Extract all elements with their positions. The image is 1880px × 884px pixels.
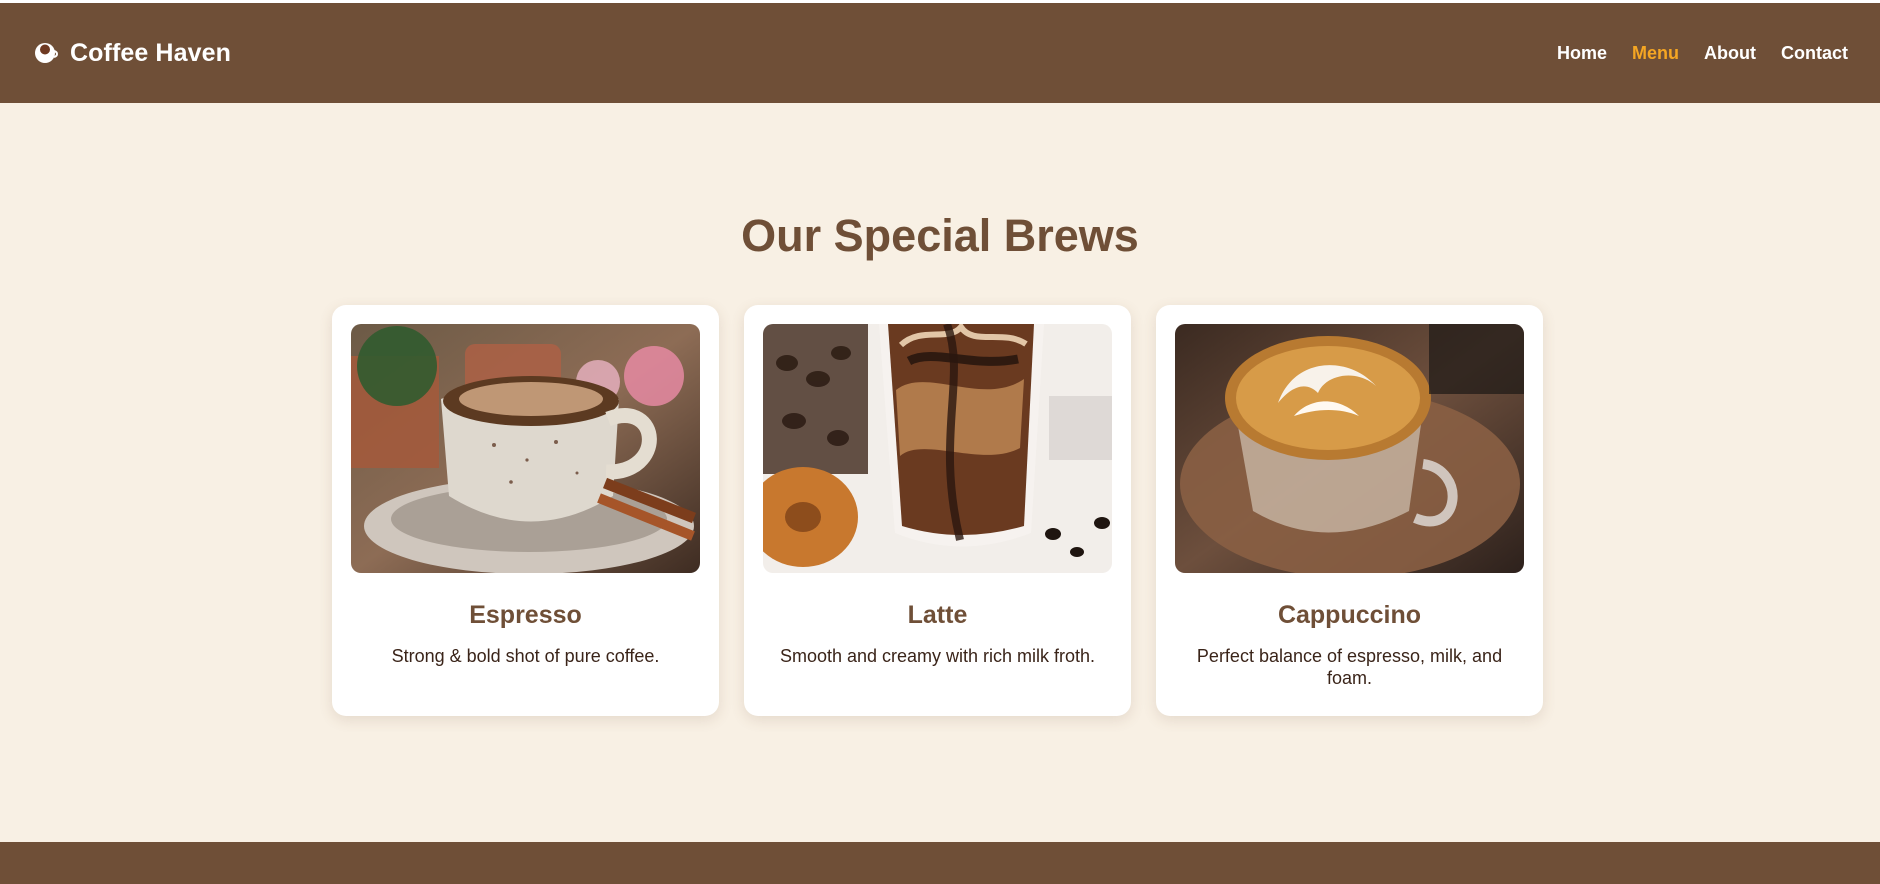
latte-image — [763, 324, 1112, 573]
site-footer — [0, 842, 1880, 884]
nav-link-menu[interactable]: Menu — [1632, 43, 1679, 64]
nav-link-about[interactable]: About — [1704, 43, 1756, 64]
coffee-cup-icon — [34, 41, 58, 65]
main-navigation: Home Menu About Contact — [1557, 43, 1848, 64]
nav-link-contact[interactable]: Contact — [1781, 43, 1848, 64]
site-header: Coffee Haven Home Menu About Contact — [0, 3, 1880, 103]
menu-card-description: Smooth and creamy with rich milk froth. — [779, 646, 1096, 666]
nav-link-home[interactable]: Home — [1557, 43, 1607, 64]
menu-card-title: Cappuccino — [1277, 601, 1422, 629]
menu-card-description: Strong & bold shot of pure coffee. — [391, 646, 660, 666]
menu-card-espresso[interactable]: Espresso Strong & bold shot of pure coff… — [332, 305, 719, 716]
menu-card-description: Perfect balance of espresso, milk, and f… — [1196, 646, 1503, 688]
menu-card-title: Latte — [907, 601, 968, 629]
menu-card-list: Espresso Strong & bold shot of pure coff… — [332, 305, 1543, 716]
brand[interactable]: Coffee Haven — [34, 39, 231, 68]
menu-card-latte[interactable]: Latte Smooth and creamy with rich milk f… — [744, 305, 1131, 716]
espresso-image — [351, 324, 700, 573]
menu-card-title: Espresso — [469, 601, 582, 629]
main-content: Our Special Brews Espresso Strong & bold… — [0, 103, 1880, 842]
brand-name: Coffee Haven — [70, 38, 231, 67]
section-title: Our Special Brews — [741, 210, 1139, 261]
menu-card-cappuccino[interactable]: Cappuccino Perfect balance of espresso, … — [1156, 305, 1543, 716]
cappuccino-image — [1175, 324, 1524, 573]
